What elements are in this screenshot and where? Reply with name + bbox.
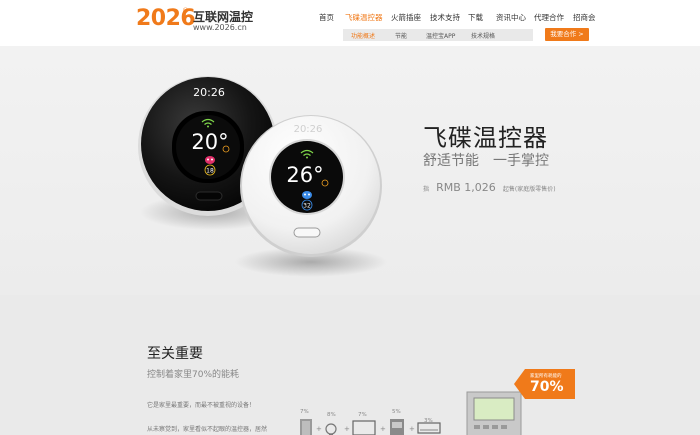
appliance-percent: 5% — [392, 409, 401, 415]
svg-text:+: + — [316, 425, 322, 433]
appliance-percent: 8% — [327, 412, 336, 418]
svg-text:+: + — [344, 425, 350, 433]
fridge-icon — [390, 419, 404, 435]
appliance-icons-row: + + + + — [300, 369, 575, 435]
appliance-percent: 7% — [358, 412, 367, 418]
badge-value: 70% — [530, 379, 564, 395]
appliance-percent: 7% — [300, 409, 309, 415]
wall-thermostat-icon — [466, 391, 522, 435]
monitor-icon — [352, 420, 376, 435]
appliance-percent: 3% — [424, 418, 433, 424]
door-icon — [300, 419, 312, 435]
svg-text:+: + — [409, 425, 415, 433]
svg-text:+: + — [380, 425, 386, 433]
bulb-icon — [325, 423, 337, 435]
ac-icon — [417, 422, 441, 434]
